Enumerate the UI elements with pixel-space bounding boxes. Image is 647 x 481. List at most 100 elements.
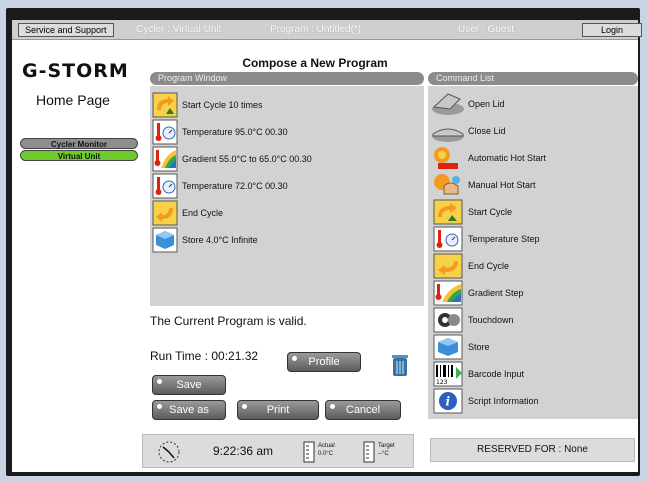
- actual-temp-icon: [303, 441, 315, 463]
- svg-text:123: 123: [436, 379, 448, 386]
- temperature-step-icon: [433, 226, 463, 251]
- user-status: User : Guest: [458, 24, 515, 35]
- barcode-input-icon: 123: [433, 361, 463, 386]
- svg-text:i: i: [446, 394, 451, 408]
- program-step-label: Start Cycle 10 times: [182, 100, 263, 110]
- command-label: Touchdown: [468, 314, 514, 325]
- program-step[interactable]: Store 4.0°C Infinite: [152, 227, 422, 253]
- command-label: Manual Hot Start: [468, 179, 536, 190]
- gradient-icon: [152, 146, 178, 172]
- save-as-label: Save as: [169, 404, 209, 416]
- current-time: 9:22:36 am: [213, 444, 274, 458]
- target-temp-icon: [363, 441, 375, 463]
- program-window-header: Program Window: [150, 72, 424, 85]
- program-step-label: Temperature 95.0°C 00.30: [182, 127, 288, 137]
- temperature-icon: [152, 119, 178, 145]
- command-label: Close Lid: [468, 125, 506, 136]
- target-value: --°C: [378, 451, 389, 457]
- command-item[interactable]: Touchdown: [430, 306, 636, 333]
- button-dot: [330, 404, 335, 409]
- program-window[interactable]: Start Cycle 10 times Temperature 95.0°C …: [150, 86, 424, 306]
- run-time: Run Time : 00:21.32: [150, 349, 259, 363]
- command-item[interactable]: Open Lid: [430, 90, 636, 117]
- target-label: Target: [378, 443, 395, 449]
- program-status: Program : Untitled(*): [270, 24, 362, 35]
- start-cycle-icon: [152, 92, 178, 118]
- program-step-label: End Cycle: [182, 208, 224, 218]
- command-item[interactable]: Start Cycle: [430, 198, 636, 225]
- end-cycle-icon: [152, 200, 178, 226]
- profile-label: Profile: [308, 356, 340, 368]
- command-label: Automatic Hot Start: [468, 152, 547, 163]
- print-button[interactable]: Print: [237, 400, 319, 420]
- command-label: Store: [468, 341, 490, 352]
- command-item[interactable]: Temperature Step: [430, 225, 636, 252]
- touchdown-icon: [433, 307, 463, 332]
- actual-label: Actual: [318, 443, 335, 449]
- store-icon: [152, 227, 178, 253]
- command-label: Barcode Input: [468, 368, 525, 379]
- command-list: Open Lid Close Lid Automatic Hot Start M…: [428, 86, 638, 419]
- button-dot: [157, 379, 162, 384]
- button-dot: [242, 404, 247, 409]
- top-bar: Service and Support Cycler : Virtual Uni…: [12, 20, 642, 40]
- login-button[interactable]: Login: [582, 23, 642, 37]
- command-item[interactable]: Close Lid: [430, 117, 636, 144]
- end-cycle-icon: [433, 253, 463, 278]
- cycler-status: Cycler : Virtual Unit: [136, 24, 222, 35]
- program-step[interactable]: End Cycle: [152, 200, 422, 226]
- program-step[interactable]: Gradient 55.0°C to 65.0°C 00.30: [152, 146, 422, 172]
- command-item[interactable]: Manual Hot Start: [430, 171, 636, 198]
- page-title: Compose a New Program: [242, 56, 388, 70]
- button-dot: [292, 356, 297, 361]
- command-item[interactable]: Automatic Hot Start: [430, 144, 636, 171]
- temperature-icon: [152, 173, 178, 199]
- program-step[interactable]: Temperature 72.0°C 00.30: [152, 173, 422, 199]
- save-as-button[interactable]: Save as: [152, 400, 226, 420]
- command-item[interactable]: i Script Information: [430, 387, 636, 414]
- reserved-status: RESERVED FOR : None: [430, 438, 635, 462]
- validation-message: The Current Program is valid.: [150, 314, 307, 328]
- store-icon: [433, 334, 463, 359]
- program-step-label: Temperature 72.0°C 00.30: [182, 181, 288, 191]
- button-dot: [157, 404, 162, 409]
- start-cycle-icon: [433, 199, 463, 224]
- cancel-button[interactable]: Cancel: [325, 400, 401, 420]
- open-lid-icon: [432, 92, 464, 115]
- trash-icon[interactable]: [390, 352, 410, 378]
- target-temp: Target --°C: [378, 442, 395, 458]
- service-support-button[interactable]: Service and Support: [18, 23, 114, 37]
- actual-temp: Actual 0.0°C: [318, 442, 335, 458]
- gradient-step-icon: [433, 280, 463, 305]
- command-label: End Cycle: [468, 260, 510, 271]
- manual-hot-start-icon: [434, 173, 460, 194]
- command-label: Start Cycle: [468, 206, 513, 217]
- logo: G-STORM: [22, 60, 129, 82]
- script-information-icon: i: [433, 388, 463, 413]
- cancel-label: Cancel: [345, 404, 381, 416]
- command-item[interactable]: Store: [430, 333, 636, 360]
- command-item[interactable]: Gradient Step: [430, 279, 636, 306]
- command-label: Temperature Step: [468, 233, 540, 244]
- cycler-monitor-button[interactable]: Cycler Monitor: [20, 138, 138, 149]
- program-step[interactable]: Temperature 95.0°C 00.30: [152, 119, 422, 145]
- command-item[interactable]: End Cycle: [430, 252, 636, 279]
- print-label: Print: [266, 404, 290, 416]
- command-list-header: Command List: [428, 72, 638, 85]
- command-label: Gradient Step: [468, 287, 524, 298]
- program-step-label: Gradient 55.0°C to 65.0°C 00.30: [182, 154, 312, 164]
- virtual-unit-button[interactable]: Virtual Unit: [20, 150, 138, 161]
- close-lid-icon: [432, 128, 464, 142]
- profile-button[interactable]: Profile: [287, 352, 361, 372]
- home-page-link[interactable]: Home Page: [36, 92, 110, 108]
- status-bar: 9:22:36 am Actual 0.0°C Target --°C: [142, 434, 414, 468]
- program-step-label: Store 4.0°C Infinite: [182, 235, 258, 245]
- save-button[interactable]: Save: [152, 375, 226, 395]
- command-label: Script Information: [468, 395, 539, 406]
- command-item[interactable]: 123 Barcode Input: [430, 360, 636, 387]
- actual-value: 0.0°C: [318, 451, 334, 457]
- clock-icon: [158, 441, 180, 463]
- automatic-hot-start-icon: [434, 146, 458, 169]
- program-step[interactable]: Start Cycle 10 times: [152, 92, 422, 118]
- save-label: Save: [176, 379, 202, 391]
